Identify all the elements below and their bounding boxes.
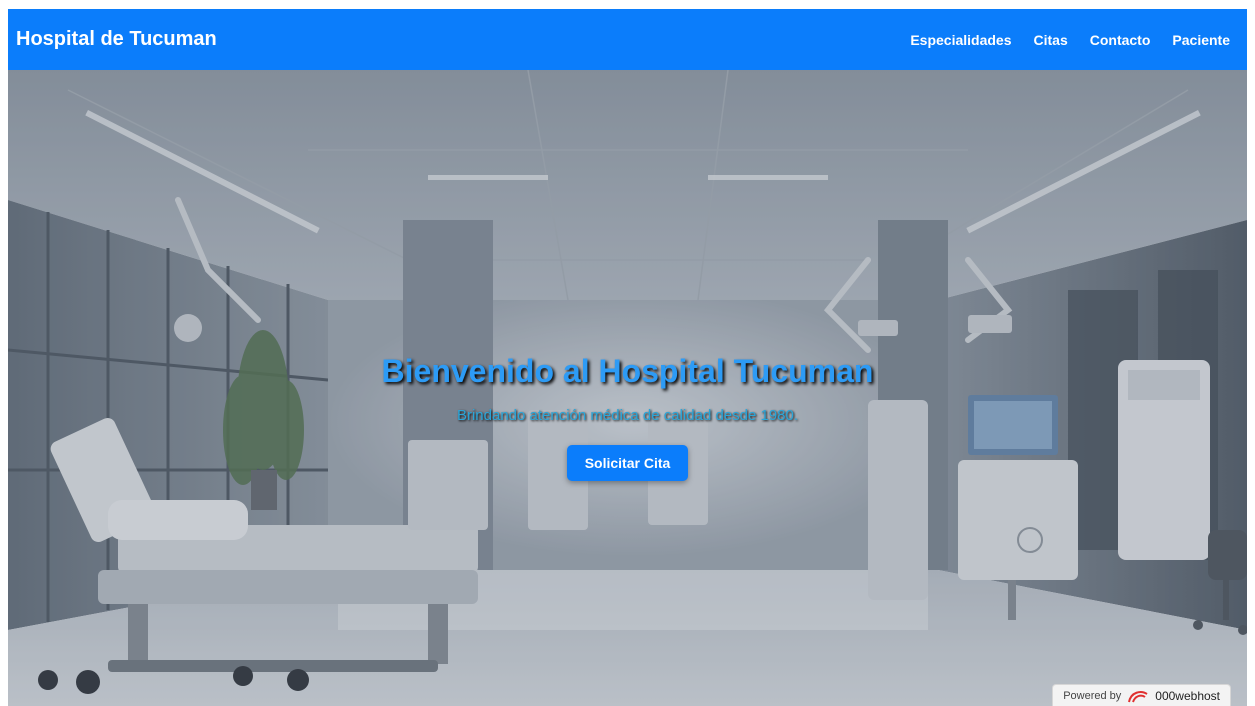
nav-links: Especialidades Citas Contacto Paciente — [910, 32, 1230, 48]
solicitar-cita-button[interactable]: Solicitar Cita — [566, 445, 689, 481]
navbar: Hospital de Tucuman Especialidades Citas… — [8, 9, 1247, 70]
nav-link-contacto[interactable]: Contacto — [1090, 32, 1151, 48]
nav-link-citas[interactable]: Citas — [1034, 32, 1068, 48]
page-frame: Hospital de Tucuman Especialidades Citas… — [8, 9, 1247, 706]
brand-title[interactable]: Hospital de Tucuman — [16, 28, 217, 51]
host-brand-name: 000webhost — [1155, 688, 1220, 703]
swirl-logo-icon — [1128, 690, 1148, 702]
nav-link-especialidades[interactable]: Especialidades — [910, 32, 1011, 48]
powered-by-badge[interactable]: Powered by 000webhost — [1052, 684, 1231, 706]
powered-by-text: Powered by — [1063, 689, 1122, 702]
hero-section: Bienvenido al Hospital Tucuman Brindando… — [8, 70, 1247, 706]
hero-title: Bienvenido al Hospital Tucuman — [381, 353, 874, 389]
nav-link-paciente[interactable]: Paciente — [1172, 32, 1230, 48]
hero-content: Bienvenido al Hospital Tucuman Brindando… — [8, 351, 1247, 481]
hero-subtitle: Brindando atención médica de calidad des… — [456, 407, 799, 424]
